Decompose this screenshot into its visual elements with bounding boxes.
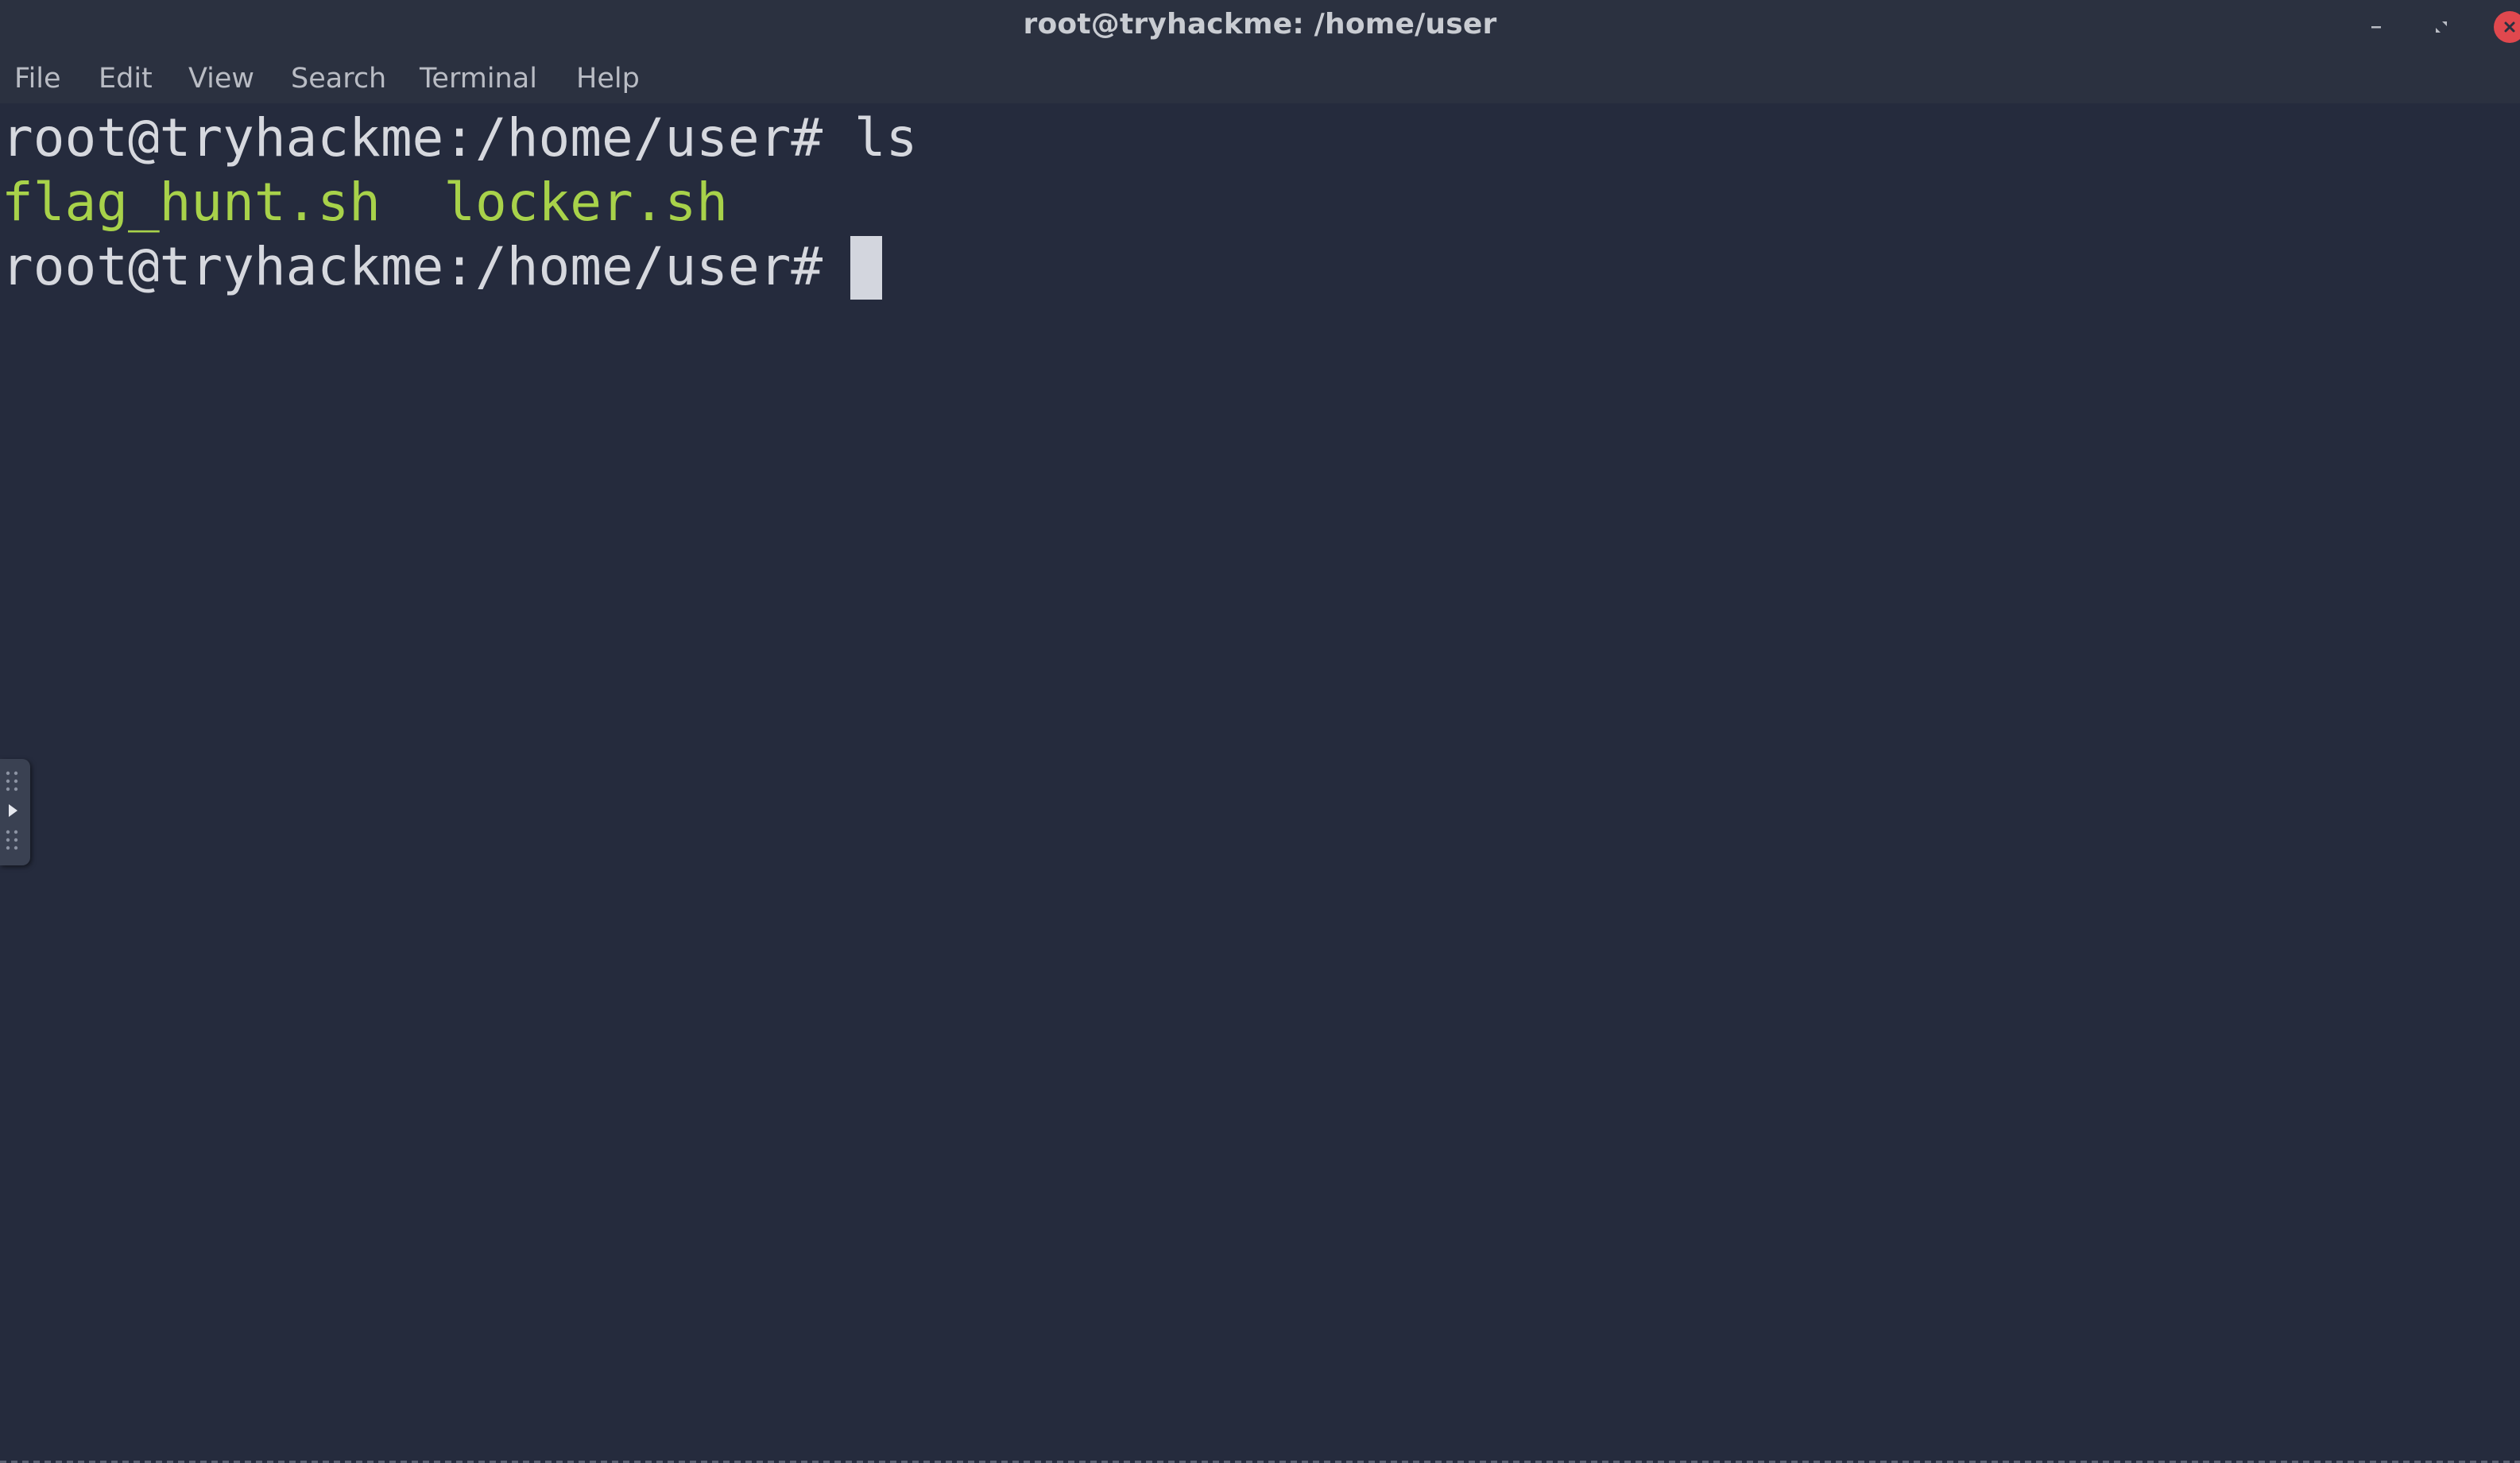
minimize-icon <box>2371 26 2381 29</box>
menu-file[interactable]: File <box>14 60 61 97</box>
minimize-button[interactable] <box>2357 8 2395 46</box>
terminal-line-prompt: root@tryhackme:/home/user# <box>2 236 854 297</box>
close-button[interactable] <box>2491 8 2520 46</box>
play-icon <box>6 771 18 850</box>
text-cursor <box>850 236 882 300</box>
menu-help[interactable]: Help <box>576 60 640 97</box>
terminal-line-listing: flag_hunt.sh locker.sh <box>2 171 728 234</box>
menu-terminal[interactable]: Terminal <box>420 60 537 97</box>
menu-edit[interactable]: Edit <box>99 60 153 97</box>
menu-search[interactable]: Search <box>291 60 386 97</box>
menu-bar: File Edit View Search Terminal Help <box>0 54 2520 103</box>
terminal-window: root@tryhackme: /home/user File Edit Vie… <box>0 0 2520 1463</box>
close-circle <box>2494 11 2520 43</box>
maximize-icon <box>2436 21 2447 33</box>
maximize-button[interactable] <box>2422 8 2460 46</box>
file-locker: locker.sh <box>443 172 728 233</box>
terminal-output[interactable]: root@tryhackme:/home/user# ls flag_hunt.… <box>0 103 2520 1463</box>
terminal-line-command: root@tryhackme:/home/user# ls <box>2 107 918 168</box>
title-bar[interactable]: root@tryhackme: /home/user <box>0 0 2520 54</box>
side-panel-handle[interactable] <box>0 759 30 865</box>
close-icon <box>2504 21 2515 33</box>
menu-view[interactable]: View <box>188 60 254 97</box>
window-title: root@tryhackme: /home/user <box>1023 8 1497 41</box>
listing-separator <box>381 172 443 233</box>
file-flag-hunt: flag_hunt.sh <box>2 172 381 233</box>
